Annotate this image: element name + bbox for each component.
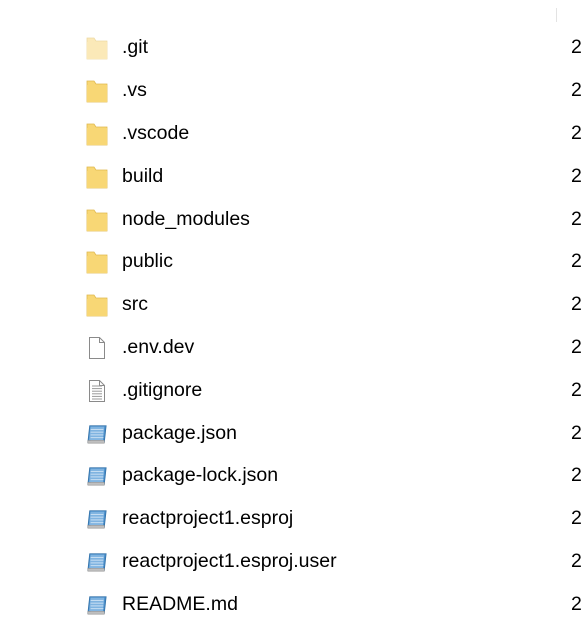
folder-icon <box>86 249 108 275</box>
folder-hidden-icon <box>86 35 108 61</box>
file-row-env-dev[interactable]: .env.dev 2 <box>0 327 585 370</box>
date-modified: 2 <box>571 293 582 316</box>
file-name: package.json <box>122 421 237 444</box>
file-row-gitignore[interactable]: .gitignore 2 <box>0 369 585 412</box>
code-file-icon <box>86 549 108 575</box>
file-row-readme[interactable]: README.md 2 <box>0 583 585 626</box>
file-name: reactproject1.esproj <box>122 507 294 530</box>
file-row-esproj[interactable]: reactproject1.esproj 2 <box>0 498 585 541</box>
file-name: .gitignore <box>122 378 203 401</box>
folder-icon <box>86 121 108 147</box>
file-row-esproj-user[interactable]: reactproject1.esproj.user 2 <box>0 541 585 584</box>
date-modified: 2 <box>571 250 582 273</box>
file-row-package-lock-json[interactable]: package-lock.json 2 <box>0 455 585 498</box>
folder-icon <box>86 78 108 104</box>
folder-icon <box>86 292 108 318</box>
date-modified: 2 <box>571 164 582 187</box>
file-row-vscode[interactable]: .vscode 2 <box>0 113 585 156</box>
folder-icon <box>86 164 108 190</box>
date-modified: 2 <box>571 378 582 401</box>
date-modified: 2 <box>571 122 582 145</box>
blank-file-icon <box>86 335 108 361</box>
code-file-icon <box>86 506 108 532</box>
date-modified: 2 <box>571 36 582 59</box>
file-row-package-json[interactable]: package.json 2 <box>0 412 585 455</box>
file-name: .git <box>122 36 149 59</box>
date-modified: 2 <box>571 207 582 230</box>
file-name: .vs <box>122 79 147 102</box>
code-file-icon <box>86 421 108 447</box>
code-file-icon <box>86 463 108 489</box>
file-row-node-modules[interactable]: node_modules 2 <box>0 198 585 241</box>
date-modified: 2 <box>571 592 582 615</box>
file-name: reactproject1.esproj.user <box>122 549 337 572</box>
file-name: public <box>122 250 173 273</box>
file-explorer-content: .git 2 .vs 2 .vscode 2 build 2 node_modu… <box>0 0 585 630</box>
file-name: .vscode <box>122 122 190 145</box>
date-modified: 2 <box>571 336 582 359</box>
file-name: README.md <box>122 592 238 615</box>
file-row-build[interactable]: build 2 <box>0 155 585 198</box>
file-name: src <box>122 293 148 316</box>
file-row-git[interactable]: .git 2 <box>0 27 585 70</box>
date-modified: 2 <box>571 421 582 444</box>
date-modified: 2 <box>571 507 582 530</box>
folder-icon <box>86 207 108 233</box>
date-modified: 2 <box>571 549 582 572</box>
date-modified: 2 <box>571 79 582 102</box>
file-row-public[interactable]: public 2 <box>0 241 585 284</box>
file-name: .env.dev <box>122 336 195 359</box>
file-name: node_modules <box>122 207 250 230</box>
date-modified: 2 <box>571 464 582 487</box>
file-name: package-lock.json <box>122 464 279 487</box>
column-divider[interactable] <box>556 8 557 22</box>
file-name: build <box>122 164 164 187</box>
text-file-icon <box>86 378 108 404</box>
file-row-src[interactable]: src 2 <box>0 284 585 327</box>
file-row-vs[interactable]: .vs 2 <box>0 70 585 113</box>
file-list: .git 2 .vs 2 .vscode 2 build 2 node_modu… <box>0 27 585 626</box>
code-file-icon <box>86 592 108 618</box>
